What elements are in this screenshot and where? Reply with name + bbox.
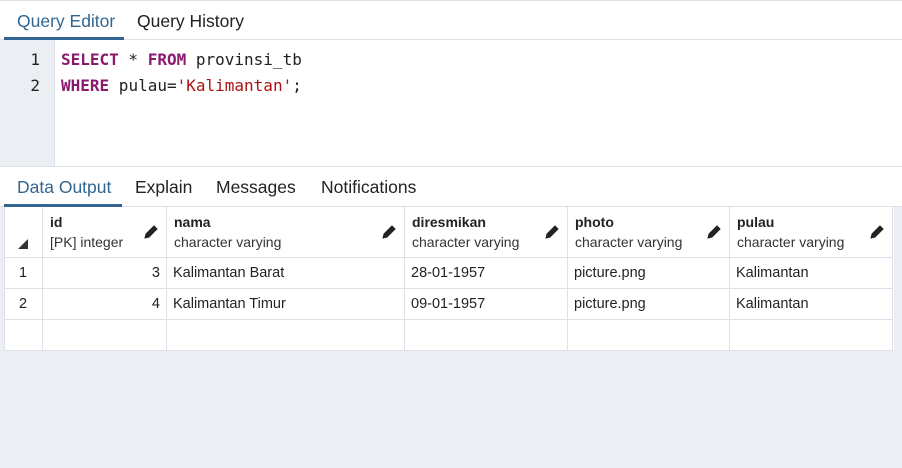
table-cell[interactable]: 3 (43, 258, 167, 289)
pencil-icon[interactable] (543, 223, 561, 241)
table-cell[interactable]: Kalimantan Timur (167, 289, 405, 320)
row-number[interactable]: 2 (5, 289, 43, 320)
empty-cell (43, 320, 167, 351)
output-tab-bar: Data Output Explain Messages Notificatio… (0, 167, 902, 207)
empty-cell (5, 320, 43, 351)
pencil-icon[interactable] (868, 223, 886, 241)
line-number: 1 (30, 50, 40, 69)
table-cell[interactable]: 4 (43, 289, 167, 320)
column-type: character varying (575, 234, 683, 250)
column-type: character varying (412, 234, 520, 250)
sql-text: * (118, 50, 148, 69)
empty-cell (568, 320, 730, 351)
empty-cell (167, 320, 405, 351)
sql-text: pulau= (109, 76, 177, 95)
select-all-triangle-icon (18, 239, 28, 249)
sql-keyword: FROM (147, 50, 187, 69)
line-number-gutter: 1 2 (0, 40, 55, 166)
sql-text: provinsi_tb (186, 50, 302, 69)
editor-tab-bar: Query Editor Query History (0, 0, 902, 40)
pencil-icon[interactable] (380, 223, 398, 241)
column-type: character varying (737, 234, 845, 250)
row-number[interactable]: 1 (5, 258, 43, 289)
sql-keyword: SELECT (61, 50, 119, 69)
code-line-2[interactable]: WHERE pulau='Kalimantan'; (61, 76, 302, 95)
table-cell[interactable]: picture.png (568, 289, 730, 320)
tab-query-editor[interactable]: Query Editor (17, 1, 115, 40)
pencil-icon[interactable] (142, 223, 160, 241)
sql-editor[interactable]: 1 2 SELECT * FROM provinsi_tb WHERE pula… (0, 40, 902, 167)
sql-keyword: WHERE (61, 76, 110, 95)
column-name: id (50, 214, 63, 230)
tab-messages[interactable]: Messages (216, 167, 296, 206)
code-line-1[interactable]: SELECT * FROM provinsi_tb (61, 50, 302, 69)
empty-cell (405, 320, 568, 351)
column-header-id[interactable]: id [PK] integer (43, 207, 167, 258)
column-header-pulau[interactable]: pulau character varying (730, 207, 893, 258)
table-cell[interactable]: 09-01-1957 (405, 289, 568, 320)
tab-explain[interactable]: Explain (135, 167, 192, 206)
sql-text: ; (292, 76, 302, 95)
select-all-corner[interactable] (5, 207, 43, 258)
tab-data-output[interactable]: Data Output (17, 167, 111, 206)
table-cell[interactable]: picture.png (568, 258, 730, 289)
column-name: diresmikan (412, 214, 486, 230)
line-number: 2 (30, 76, 40, 95)
tab-notifications[interactable]: Notifications (321, 167, 416, 206)
column-header-diresmikan[interactable]: diresmikan character varying (405, 207, 568, 258)
data-output-panel: id [PK] integer nama character varying d… (0, 207, 902, 468)
column-type: character varying (174, 234, 282, 250)
pencil-icon[interactable] (705, 223, 723, 241)
column-name: pulau (737, 214, 775, 230)
result-grid: id [PK] integer nama character varying d… (4, 207, 894, 351)
table-cell[interactable]: Kalimantan (730, 289, 893, 320)
empty-cell (730, 320, 893, 351)
column-name: photo (575, 214, 614, 230)
tab-query-history[interactable]: Query History (137, 1, 244, 40)
table-cell[interactable]: Kalimantan Barat (167, 258, 405, 289)
column-type: [PK] integer (50, 234, 124, 250)
table-cell[interactable]: 28-01-1957 (405, 258, 568, 289)
column-name: nama (174, 214, 211, 230)
table-cell[interactable]: Kalimantan (730, 258, 893, 289)
sql-string: 'Kalimantan' (176, 76, 293, 95)
column-header-photo[interactable]: photo character varying (568, 207, 730, 258)
column-header-nama[interactable]: nama character varying (167, 207, 405, 258)
